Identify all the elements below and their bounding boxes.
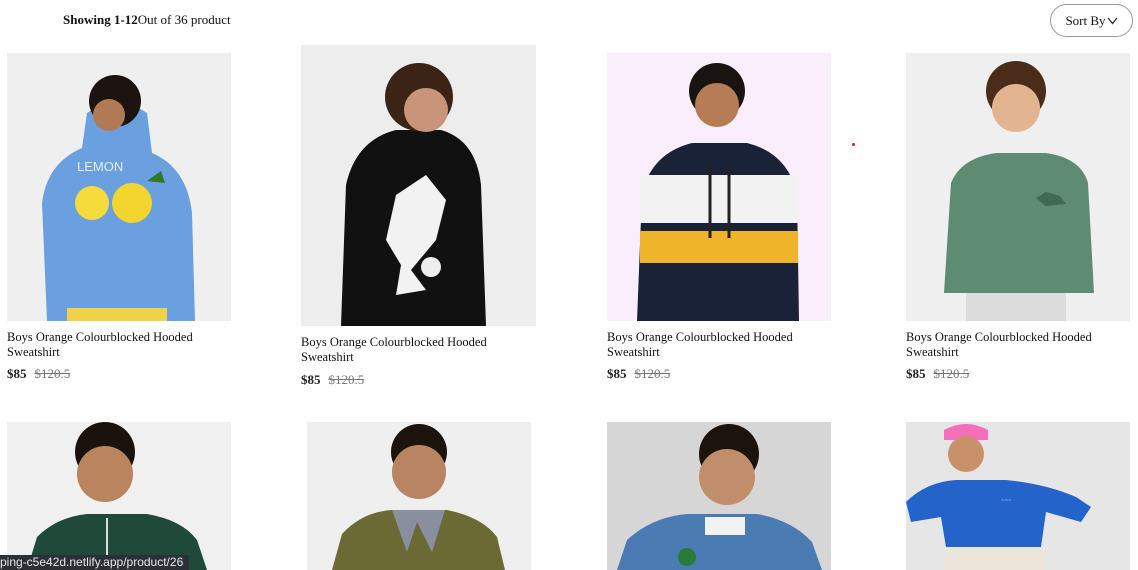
product-image[interactable]: LEMON xyxy=(7,53,231,321)
cursor-dot xyxy=(852,143,855,146)
product-old-price: $120.5 xyxy=(634,366,671,381)
svg-text:LEMON: LEMON xyxy=(77,159,123,174)
product-price: $85 xyxy=(7,366,27,381)
results-count: Showing 1-12Out of 36 product xyxy=(63,12,231,28)
product-image[interactable] xyxy=(7,422,231,570)
product-image[interactable]: ~~~ xyxy=(906,422,1130,570)
results-total: Out of 36 product xyxy=(137,12,231,27)
product-price: $85 xyxy=(906,366,926,381)
product-image[interactable] xyxy=(607,422,831,570)
product-image[interactable] xyxy=(906,53,1130,321)
link-status-bar: ping-c5e42d.netlify.app/product/26 xyxy=(0,555,190,570)
product-old-price: $120.5 xyxy=(933,366,970,381)
product-title[interactable]: Boys Orange Colourblocked Hooded Sweatsh… xyxy=(7,330,222,360)
product-old-price: $120.5 xyxy=(328,372,365,387)
product-price: $85 xyxy=(301,372,321,387)
sort-by-button[interactable]: Sort By xyxy=(1050,4,1133,37)
product-image[interactable] xyxy=(607,53,831,321)
product-price-row: $85 $120.5 xyxy=(7,366,70,382)
chevron-down-icon xyxy=(1107,17,1118,24)
product-image[interactable] xyxy=(301,45,536,326)
product-old-price: $120.5 xyxy=(34,366,71,381)
results-range: Showing 1-12 xyxy=(63,12,138,27)
product-price-row: $85 $120.5 xyxy=(607,366,670,382)
sort-by-label: Sort By xyxy=(1065,12,1106,28)
product-title[interactable]: Boys Orange Colourblocked Hooded Sweatsh… xyxy=(607,330,822,360)
svg-text:~~~: ~~~ xyxy=(1001,498,1012,504)
product-price-row: $85 $120.5 xyxy=(301,372,364,388)
product-image[interactable] xyxy=(307,422,531,570)
product-price-row: $85 $120.5 xyxy=(906,366,969,382)
product-price: $85 xyxy=(607,366,627,381)
product-title[interactable]: Boys Orange Colourblocked Hooded Sweatsh… xyxy=(301,335,516,365)
product-title[interactable]: Boys Orange Colourblocked Hooded Sweatsh… xyxy=(906,330,1121,360)
